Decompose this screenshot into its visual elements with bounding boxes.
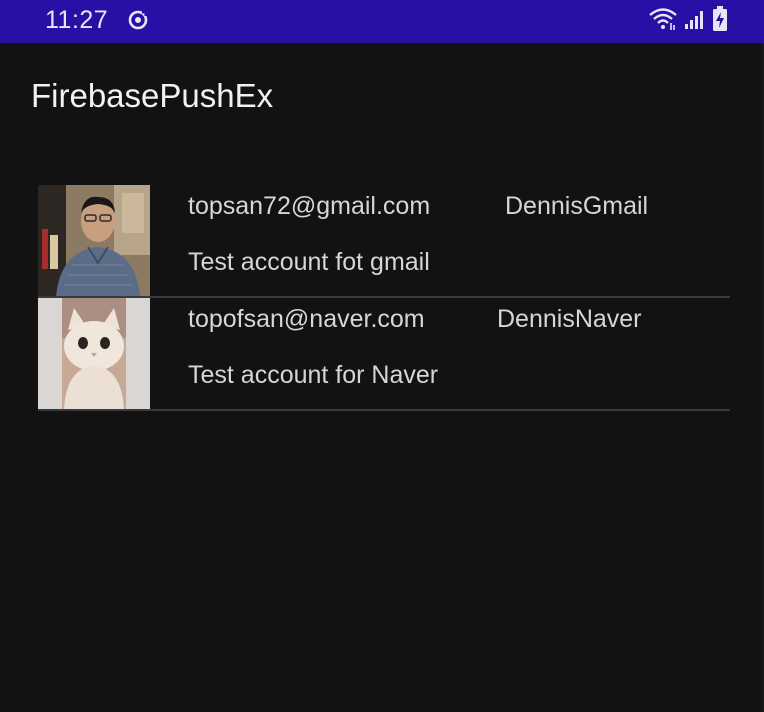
account-list: topsan72@gmail.com DennisGmail Test acco… (38, 185, 730, 411)
avatar (38, 185, 150, 297)
sync-icon (127, 9, 149, 31)
app-screen: 11:27 FirebasePushEx topsan72@gmail.com … (0, 0, 764, 712)
list-item[interactable]: topofsan@naver.com DennisNaver Test acco… (38, 298, 730, 411)
account-description: Test account fot gmail (188, 248, 430, 276)
signal-icon (684, 8, 706, 35)
status-time: 11:27 (45, 6, 109, 34)
account-name: DennisGmail (505, 192, 649, 220)
divider (38, 409, 730, 411)
account-email: topofsan@naver.com (188, 305, 425, 333)
status-icons (648, 5, 728, 37)
list-item[interactable]: topsan72@gmail.com DennisGmail Test acco… (38, 185, 730, 298)
avatar (38, 298, 150, 410)
battery-charging-icon (712, 5, 728, 37)
app-title: FirebasePushEx (31, 77, 274, 114)
status-bar: 11:27 (0, 0, 764, 43)
account-name: DennisNaver (497, 305, 642, 333)
account-email: topsan72@gmail.com (188, 192, 431, 220)
account-description: Test account for Naver (188, 361, 439, 389)
person-photo (38, 185, 150, 297)
wifi-icon (648, 7, 678, 36)
cat-photo (38, 298, 150, 410)
